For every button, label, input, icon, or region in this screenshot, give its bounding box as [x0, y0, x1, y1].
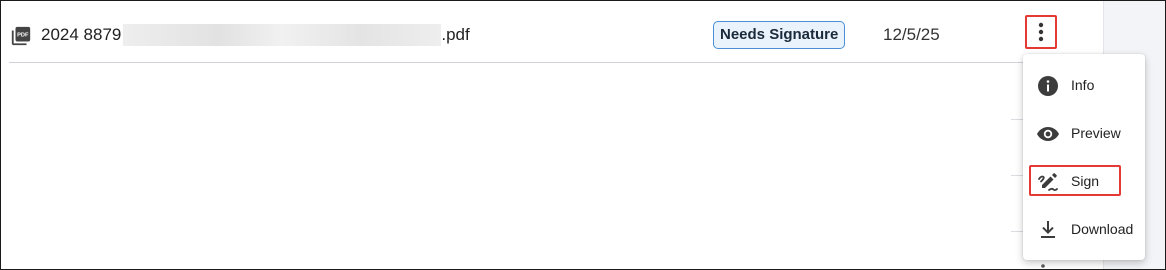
context-menu: Info Preview Sign Download — [1023, 54, 1145, 260]
row-divider — [9, 62, 1103, 63]
status-badge: Needs Signature — [713, 21, 846, 49]
more-actions-button[interactable] — [1025, 15, 1057, 49]
svg-text:PDF: PDF — [17, 32, 29, 38]
redacted-text-block — [123, 24, 442, 46]
menu-item-label: Download — [1071, 221, 1134, 237]
menu-item-label: Preview — [1071, 125, 1121, 141]
screenshot-frame: PDF 2024 8879 .pdf Needs Signature 12/5/2… — [0, 0, 1166, 270]
menu-item-info[interactable]: Info — [1023, 64, 1145, 108]
file-name-prefix: 2024 8879 — [41, 25, 122, 44]
menu-item-label: Sign — [1071, 173, 1100, 189]
pdf-file-icon: PDF — [11, 26, 31, 46]
download-icon — [1041, 221, 1055, 238]
eye-icon — [1037, 127, 1059, 141]
file-date: 12/5/25 — [883, 25, 940, 44]
file-name-extension: .pdf — [441, 25, 470, 44]
file-name[interactable]: 2024 8879 .pdf — [41, 24, 470, 46]
menu-item-download[interactable]: Download — [1023, 208, 1145, 252]
signature-pen-icon — [1038, 173, 1058, 191]
menu-item-sign[interactable]: Sign — [1023, 160, 1145, 204]
more-vert-icon — [1038, 22, 1044, 42]
next-row-more-vert-icon — [1041, 264, 1045, 268]
menu-item-label: Info — [1071, 77, 1095, 93]
menu-item-preview[interactable]: Preview — [1023, 112, 1145, 156]
file-row[interactable]: PDF 2024 8879 .pdf Needs Signature 12/5/2… — [1, 1, 1103, 63]
info-icon — [1038, 76, 1058, 96]
